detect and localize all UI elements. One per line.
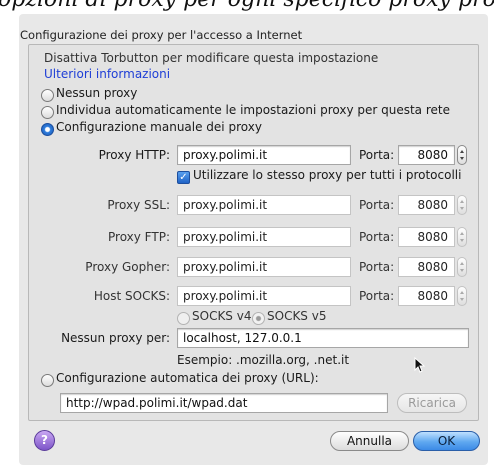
mouse-pointer-icon xyxy=(414,357,426,373)
radio-no-proxy[interactable] xyxy=(41,89,54,102)
same-proxy-label: Utilizzare lo stesso proxy per tutti i p… xyxy=(193,168,462,182)
ok-button[interactable]: OK xyxy=(413,431,480,451)
radio-socks-v5-label: SOCKS v5 xyxy=(267,309,327,323)
gopher-port-label: Porta: xyxy=(359,260,395,274)
ssl-port-stepper[interactable] xyxy=(457,195,467,215)
http-port-field[interactable]: 8080 xyxy=(398,145,455,165)
no-proxy-for-field[interactable]: localhost, 127.0.0.1 xyxy=(177,328,469,348)
gopher-port-field[interactable]: 8080 xyxy=(398,257,455,277)
ftp-port-stepper[interactable] xyxy=(457,227,467,247)
ssl-proxy-field[interactable]: proxy.polimi.it xyxy=(177,195,351,215)
http-proxy-field[interactable]: proxy.polimi.it xyxy=(177,145,351,165)
radio-no-proxy-label: Nessun proxy xyxy=(56,86,138,100)
gopher-proxy-field[interactable]: proxy.polimi.it xyxy=(177,257,351,277)
socks-port-stepper[interactable] xyxy=(457,286,467,306)
more-info-link[interactable]: Ulteriori informazioni xyxy=(44,67,170,81)
http-port-stepper[interactable] xyxy=(457,145,467,165)
radio-auto-config-url-label: Configurazione automatica dei proxy (URL… xyxy=(56,371,319,385)
same-proxy-checkbox[interactable]: ✓ xyxy=(177,171,190,184)
http-proxy-label: Proxy HTTP: xyxy=(98,148,170,162)
radio-manual-proxy[interactable] xyxy=(41,123,54,136)
cancel-button[interactable]: Annulla xyxy=(330,431,409,451)
radio-socks-v4[interactable] xyxy=(177,312,190,325)
radio-auto-detect-label: Individua automaticamente le impostazion… xyxy=(56,103,450,117)
reload-button[interactable]: Ricarica xyxy=(397,393,467,413)
socks-host-field[interactable]: proxy.polimi.it xyxy=(177,286,351,306)
background-text: opzioni di proxy per ogni specifico prox… xyxy=(0,0,494,12)
radio-auto-config-url[interactable] xyxy=(41,374,54,387)
radio-auto-detect[interactable] xyxy=(41,106,54,119)
help-icon[interactable]: ? xyxy=(34,430,55,451)
no-proxy-for-label: Nessun proxy per: xyxy=(61,331,170,345)
socks-port-field[interactable]: 8080 xyxy=(398,286,455,306)
ftp-proxy-label: Proxy FTP: xyxy=(108,230,170,244)
background-text-strip: opzioni di proxy per ogni specifico prox… xyxy=(0,0,494,14)
no-proxy-example: Esempio: .mozilla.org, .net.it xyxy=(177,353,350,367)
socks-host-label: Host SOCKS: xyxy=(93,289,170,303)
radio-manual-proxy-label: Configurazione manuale dei proxy xyxy=(56,120,262,134)
radio-socks-v5[interactable] xyxy=(252,312,265,325)
socks-port-label: Porta: xyxy=(359,289,395,303)
ftp-port-field[interactable]: 8080 xyxy=(398,227,455,247)
ftp-proxy-field[interactable]: proxy.polimi.it xyxy=(177,227,351,247)
ssl-port-field[interactable]: 8080 xyxy=(398,195,455,215)
ssl-proxy-label: Proxy SSL: xyxy=(107,198,170,212)
gopher-proxy-label: Proxy Gopher: xyxy=(85,260,170,274)
auto-config-url-field[interactable]: http://wpad.polimi.it/wpad.dat xyxy=(60,393,388,413)
torbutton-notice: Disattiva Torbutton per modificare quest… xyxy=(44,51,379,65)
http-port-label: Porta: xyxy=(359,148,395,162)
radio-socks-v4-label: SOCKS v4 xyxy=(192,309,252,323)
section-title: Configurazione dei proxy per l'accesso a… xyxy=(20,28,303,42)
gopher-port-stepper[interactable] xyxy=(457,257,467,277)
ssl-port-label: Porta: xyxy=(359,198,395,212)
ftp-port-label: Porta: xyxy=(359,230,395,244)
